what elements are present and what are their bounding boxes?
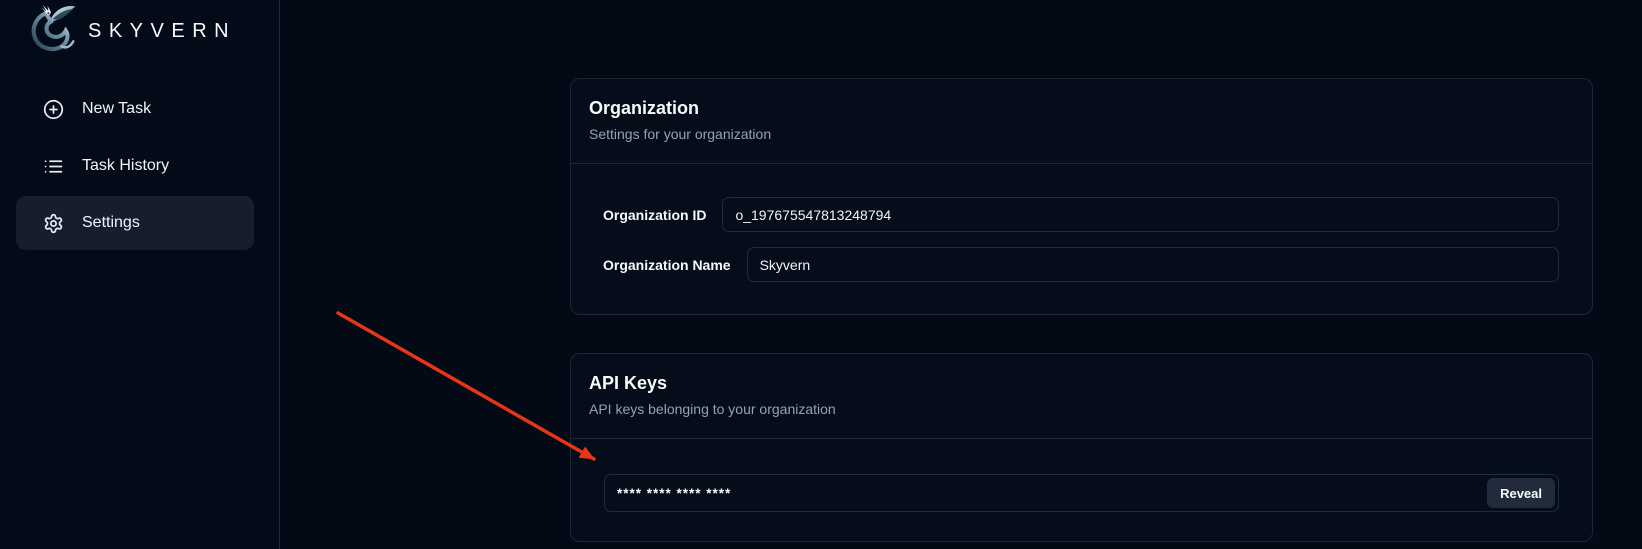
sidebar-item-task-history[interactable]: Task History (16, 139, 254, 193)
sidebar-nav: New Task Task History Settings (0, 82, 279, 253)
sidebar: SKYVERN New Task Task History Settings (0, 0, 280, 549)
organization-name-input[interactable] (747, 247, 1559, 282)
list-icon (43, 156, 64, 177)
main-content: Organization Settings for your organizat… (570, 78, 1593, 542)
organization-card-body: Organization ID Organization Name (571, 164, 1592, 314)
sidebar-item-label: Task History (82, 157, 169, 175)
brand: SKYVERN (0, 0, 279, 61)
sidebar-item-label: Settings (82, 214, 140, 232)
api-keys-card-subtitle: API keys belonging to your organization (589, 401, 1568, 417)
api-keys-card-title: API Keys (589, 373, 1568, 394)
gear-icon (43, 213, 64, 234)
circle-plus-icon (43, 99, 64, 120)
api-keys-card-header: API Keys API keys belonging to your orga… (571, 354, 1592, 438)
api-key-field[interactable]: **** **** **** **** Reveal (604, 474, 1559, 512)
organization-name-label: Organization Name (603, 257, 731, 273)
reveal-button[interactable]: Reveal (1487, 478, 1555, 508)
sidebar-item-label: New Task (82, 100, 151, 118)
organization-id-label: Organization ID (603, 207, 706, 223)
api-keys-card: API Keys API keys belonging to your orga… (570, 353, 1593, 542)
sidebar-item-settings[interactable]: Settings (16, 196, 254, 250)
organization-card-header: Organization Settings for your organizat… (571, 79, 1592, 163)
skyvern-dragon-logo-icon (26, 2, 79, 61)
arrow-line (338, 313, 594, 459)
brand-name: SKYVERN (88, 20, 236, 43)
organization-card-title: Organization (589, 98, 1568, 119)
organization-card-subtitle: Settings for your organization (589, 126, 1568, 142)
organization-id-row: Organization ID (603, 197, 1559, 232)
organization-card: Organization Settings for your organizat… (570, 78, 1593, 315)
organization-name-row: Organization Name (603, 247, 1559, 282)
organization-id-input[interactable] (722, 197, 1559, 232)
api-keys-card-body: **** **** **** **** Reveal (571, 439, 1592, 541)
sidebar-item-new-task[interactable]: New Task (16, 82, 254, 136)
masked-api-key: **** **** **** **** (617, 486, 731, 501)
